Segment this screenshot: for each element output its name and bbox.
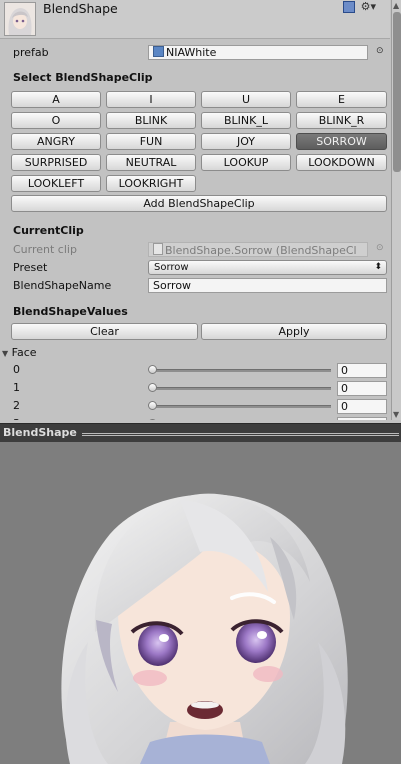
blendshape-value-input[interactable]: 0 xyxy=(337,381,387,396)
blendshape-value-input[interactable]: 0 xyxy=(337,363,387,378)
blendshape-index-label: 3 xyxy=(13,417,20,420)
preview-viewport[interactable] xyxy=(0,442,401,764)
scroll-up-icon[interactable]: ▲ xyxy=(393,1,399,10)
blendshape-slider-knob[interactable] xyxy=(148,383,157,392)
inspector-scrollbar[interactable]: ▲ ▼ xyxy=(391,0,401,420)
blendshape-index-label: 2 xyxy=(13,399,20,412)
blendshape-slider-track[interactable] xyxy=(150,369,331,372)
scroll-down-icon[interactable]: ▼ xyxy=(393,410,399,419)
blendshape-slider-knob[interactable] xyxy=(148,401,157,410)
blendshape-value-rows: 0 0 1 0 2 0 3 0 xyxy=(0,0,391,420)
character-preview-image xyxy=(0,442,401,764)
preview-tab-label: BlendShape xyxy=(3,426,77,439)
blendshape-slider-knob[interactable] xyxy=(148,419,157,420)
blendshape-index-label: 0 xyxy=(13,363,20,376)
blendshape-value-input[interactable]: 0 xyxy=(337,417,387,420)
preview-drag-handle[interactable] xyxy=(82,433,399,436)
blendshape-value-input[interactable]: 0 xyxy=(337,399,387,414)
blendshape-slider-knob[interactable] xyxy=(148,365,157,374)
blendshape-slider-track[interactable] xyxy=(150,387,331,390)
preview-tab[interactable]: BlendShape xyxy=(0,423,401,443)
scrollbar-thumb[interactable] xyxy=(393,12,401,172)
blendshape-index-label: 1 xyxy=(13,381,20,394)
blendshape-slider-track[interactable] xyxy=(150,405,331,408)
